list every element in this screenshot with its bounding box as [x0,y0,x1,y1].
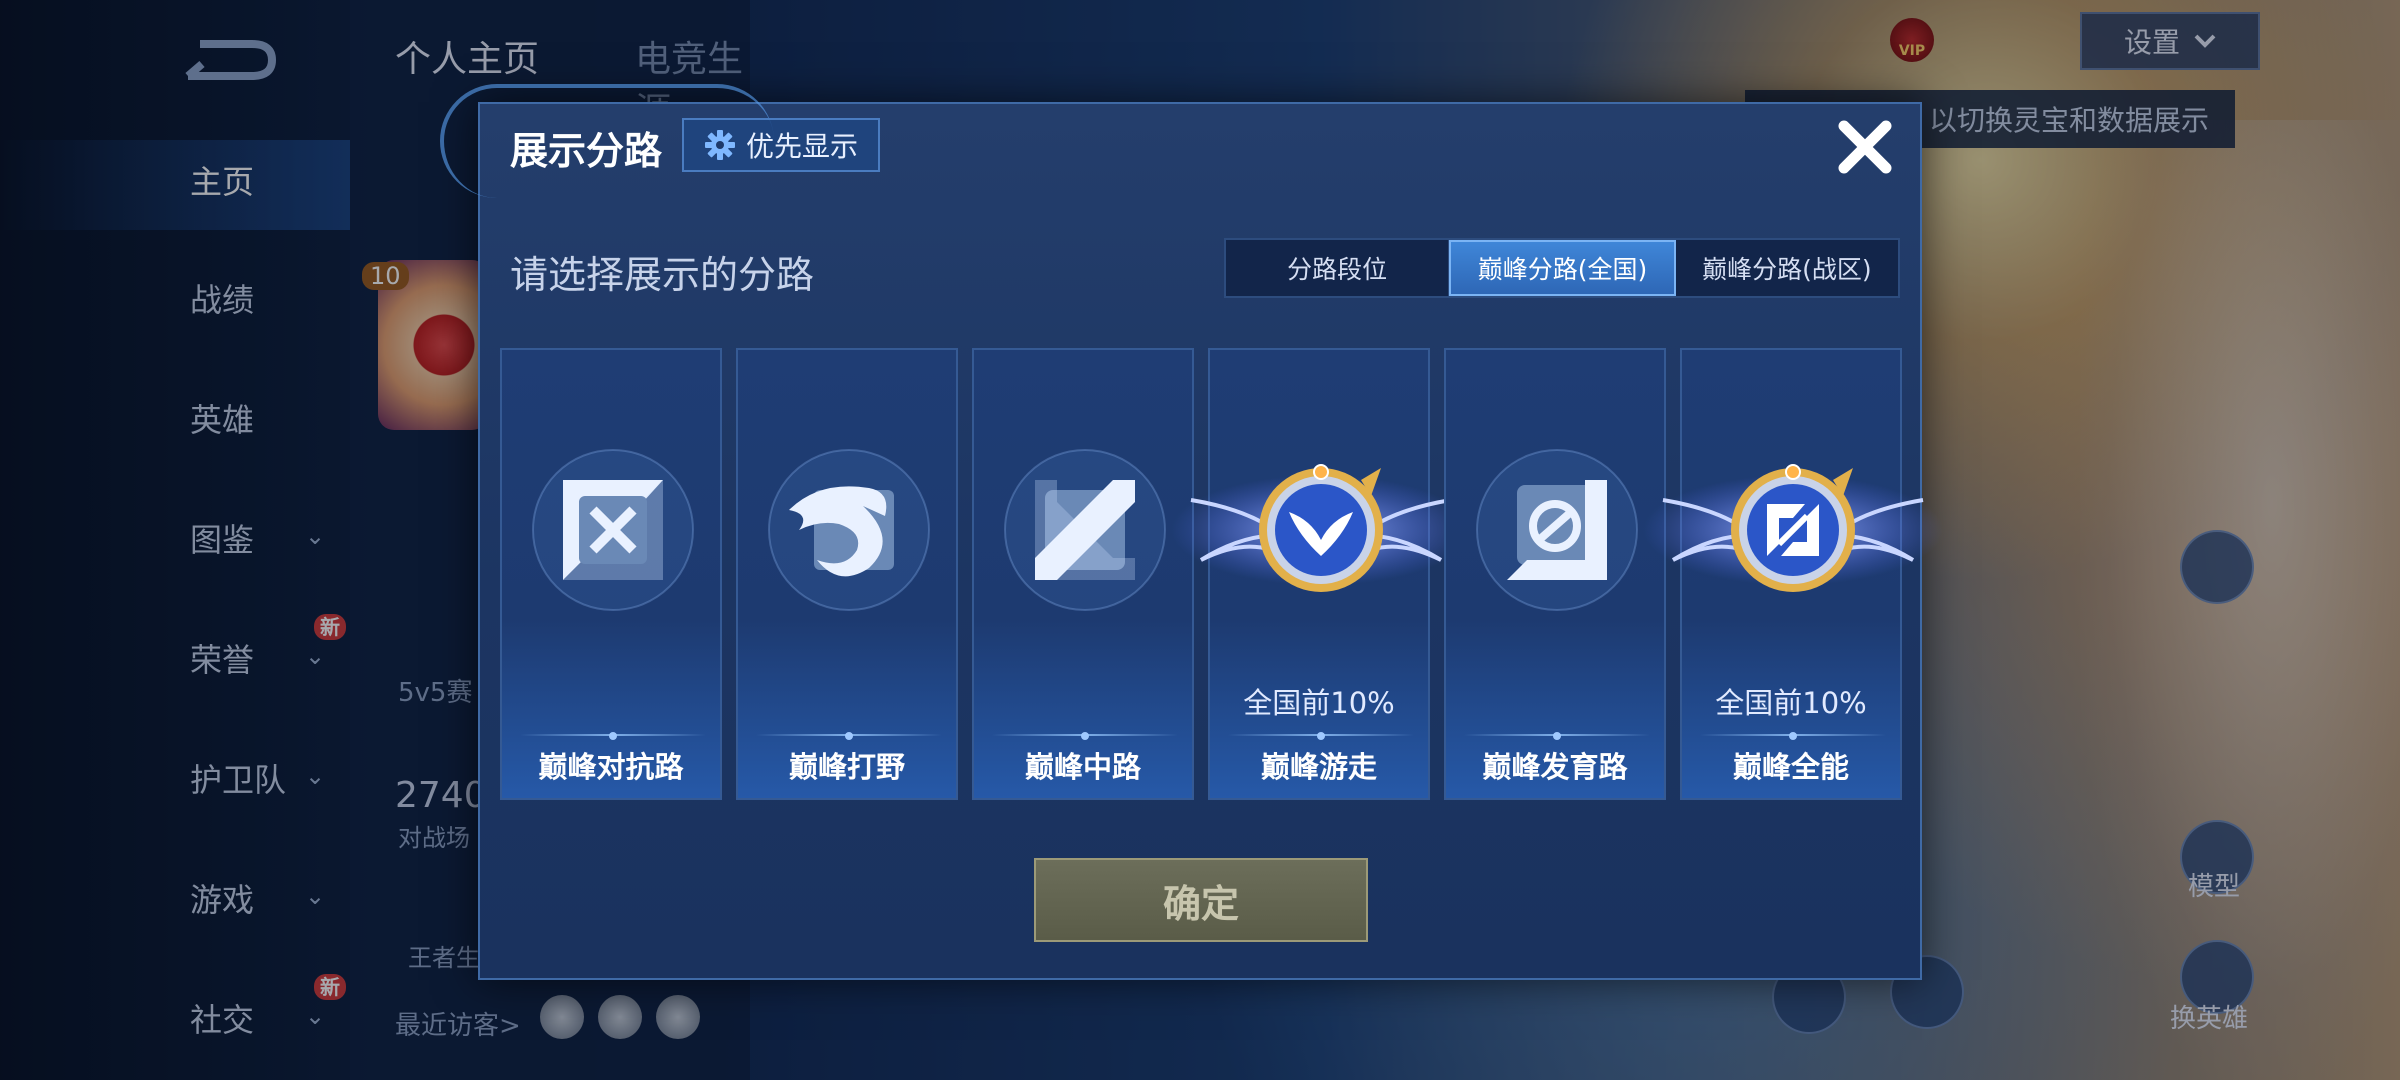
lane-card-mid[interactable]: 巅峰中路 [972,348,1194,800]
lane-card-name: 巅峰打野 [788,750,905,784]
divider-dot [1081,732,1089,740]
tab-lane-rank[interactable]: 分路段位 [1226,240,1450,296]
tab-peak-lane-national[interactable]: 巅峰分路(全国) [1449,240,1676,296]
divider-dot [1553,732,1561,740]
lane-rank-text: 全国前10% [1715,686,1867,720]
allround-icon [1643,464,1943,592]
divider-dot [609,732,617,740]
jungle-dragon-icon [768,449,930,611]
divider-dot [1317,732,1325,740]
lane-card-name: 巅峰发育路 [1482,750,1628,784]
lane-card-name: 巅峰全能 [1732,750,1849,784]
lane-card-clash[interactable]: 巅峰对抗路 [500,348,722,800]
dialog-title: 展示分路 [510,129,663,173]
lane-card-list: 巅峰对抗路 巅峰打野 巅峰中路 全国前10% 巅峰游走 巅峰发育路 全国前10%… [500,348,1943,800]
close-icon[interactable] [1830,112,1900,182]
lane-card-farm[interactable]: 巅峰发育路 [1444,348,1666,800]
mid-lane-icon [1004,449,1166,611]
clash-lane-icon [532,449,694,611]
dialog-subtitle: 请选择展示的分路 [510,253,815,297]
divider-dot [845,732,853,740]
lane-card-jungle[interactable]: 巅峰打野 [736,348,958,800]
lane-tab-switch: 分路段位 巅峰分路(全国) 巅峰分路(战区) [1224,238,1900,298]
lane-card-name: 巅峰对抗路 [538,750,684,784]
divider-dot [1789,732,1797,740]
confirm-button[interactable]: 确定 [1034,858,1368,942]
priority-display-button[interactable]: 优先显示 [682,118,880,172]
lane-card-name: 巅峰中路 [1024,750,1141,784]
roam-wings-icon [1171,464,1471,592]
tab-peak-lane-region[interactable]: 巅峰分路(战区) [1676,240,1898,296]
lane-rank-text: 全国前10% [1243,686,1395,720]
lane-card-name: 巅峰游走 [1260,750,1377,784]
lane-card-roam[interactable]: 全国前10% 巅峰游走 [1171,348,1471,800]
farm-lane-icon [1476,449,1638,611]
lane-display-dialog: 展示分路 优先显示 请选择展示的分路 分路段位 巅峰分路(全国) 巅峰分路(战区… [440,84,1943,980]
priority-display-label: 优先显示 [745,130,858,163]
lane-card-allround[interactable]: 全国前10% 巅峰全能 [1643,348,1943,800]
gear-icon [704,130,735,160]
